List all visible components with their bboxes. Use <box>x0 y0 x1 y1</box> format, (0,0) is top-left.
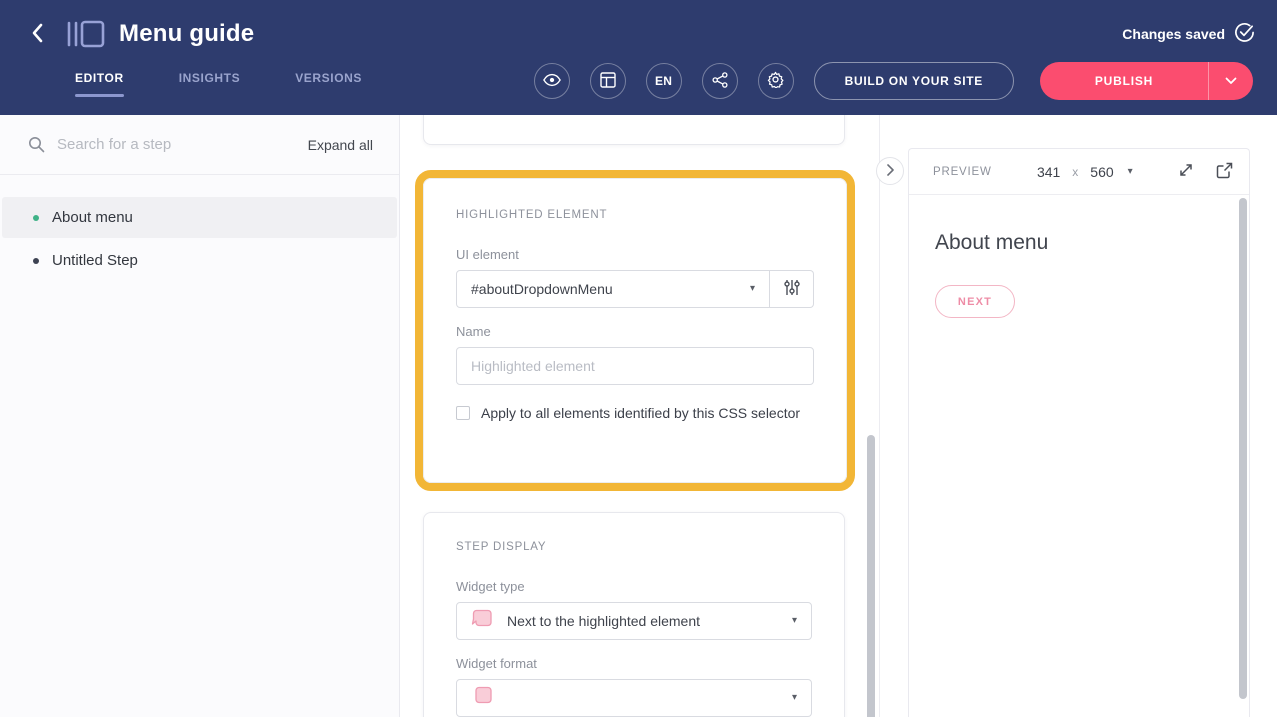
highlighted-element-card: HIGHLIGHTED ELEMENT UI element #aboutDro… <box>423 178 847 483</box>
chevron-right-icon <box>887 163 894 179</box>
chevron-down-icon: ▾ <box>750 284 755 294</box>
expand-all-link[interactable]: Expand all <box>308 137 373 153</box>
editor-scrollbar[interactable] <box>867 435 875 717</box>
tab-editor[interactable]: EDITOR <box>75 65 124 97</box>
apply-all-checkbox-label: Apply to all elements identified by this… <box>481 405 800 421</box>
back-icon <box>30 23 46 46</box>
chevron-down-icon: ▾ <box>792 616 797 626</box>
step-label: About menu <box>52 209 133 226</box>
steps-sidebar: Expand all About menu Untitled Step <box>0 115 400 717</box>
ui-element-label: UI element <box>456 247 814 262</box>
expand-icon <box>1178 162 1194 181</box>
layout-icon <box>600 72 616 91</box>
search-icon <box>28 136 45 153</box>
app-window: Menu guide Changes saved EDITOR INSIGHTS… <box>0 0 1277 717</box>
editor-tabs: EDITOR INSIGHTS VERSIONS <box>75 65 362 97</box>
preview-dimensions-select[interactable]: 341 x 560 ▾ <box>992 164 1178 180</box>
preview-scrollbar[interactable] <box>1239 198 1247 699</box>
step-display-card: STEP DISPLAY Widget type Next to the hig… <box>423 512 845 717</box>
publish-label: PUBLISH <box>1040 74 1208 88</box>
highlight-ring: HIGHLIGHTED ELEMENT UI element #aboutDro… <box>415 170 855 491</box>
back-button[interactable] <box>24 20 52 48</box>
chevron-down-icon: ▾ <box>1128 167 1133 177</box>
status-label: Changes saved <box>1122 26 1225 42</box>
external-link-icon <box>1216 162 1233 182</box>
preview-step-heading: About menu <box>935 231 1223 255</box>
page-title: Menu guide <box>119 20 254 48</box>
settings-button[interactable] <box>758 63 794 99</box>
sliders-icon <box>784 279 800 299</box>
widget-type-label: Widget type <box>456 579 812 594</box>
widget-type-select[interactable]: Next to the highlighted element ▾ <box>456 602 812 640</box>
preview-canvas: About menu NEXT <box>909 195 1249 318</box>
preview-title: PREVIEW <box>933 166 992 178</box>
tooltip-icon <box>471 685 493 711</box>
check-circle-icon <box>1234 22 1255 46</box>
widget-format-label: Widget format <box>456 656 812 671</box>
publish-dropdown-button[interactable] <box>1209 77 1253 85</box>
preview-height: 560 <box>1090 164 1113 180</box>
active-step-bullet-icon <box>33 215 39 221</box>
tab-insights[interactable]: INSIGHTS <box>179 65 240 97</box>
widget-format-select[interactable]: ▾ <box>456 679 812 717</box>
preview-panel: PREVIEW 341 x 560 ▾ <box>908 148 1250 717</box>
logo-icon <box>66 18 106 50</box>
status-badge: Changes saved <box>1122 22 1255 46</box>
top-header: Menu guide Changes saved EDITOR INSIGHTS… <box>0 0 1277 115</box>
ui-element-select[interactable]: #aboutDropdownMenu ▾ <box>456 270 770 308</box>
step-item-about-menu[interactable]: About menu <box>2 197 397 238</box>
step-search-input[interactable] <box>57 136 308 153</box>
tab-versions[interactable]: VERSIONS <box>295 65 362 97</box>
preview-header: PREVIEW 341 x 560 ▾ <box>909 149 1249 195</box>
editor-column: HIGHLIGHTED ELEMENT UI element #aboutDro… <box>400 115 880 717</box>
widget-type-value: Next to the highlighted element <box>507 613 778 629</box>
share-icon <box>712 72 728 91</box>
share-button[interactable] <box>702 63 738 99</box>
step-search-row: Expand all <box>0 115 399 175</box>
preview-next-button[interactable]: NEXT <box>935 285 1015 318</box>
tooltip-icon <box>471 608 493 634</box>
step-item-untitled-step[interactable]: Untitled Step <box>2 240 397 281</box>
collapse-preview-button[interactable] <box>876 157 904 185</box>
preview-width: 341 <box>1037 164 1060 180</box>
apply-all-checkbox[interactable] <box>456 406 470 420</box>
layout-button[interactable] <box>590 63 626 99</box>
language-label: EN <box>655 74 672 88</box>
eye-icon <box>543 73 561 90</box>
open-external-button[interactable] <box>1216 162 1233 182</box>
section-title: STEP DISPLAY <box>456 541 812 553</box>
chevron-down-icon: ▾ <box>792 693 797 703</box>
publish-button[interactable]: PUBLISH <box>1040 62 1253 100</box>
previous-settings-card <box>423 115 845 145</box>
step-bullet-icon <box>33 258 39 264</box>
name-label: Name <box>456 324 814 339</box>
step-label: Untitled Step <box>52 252 138 269</box>
build-on-your-site-button[interactable]: BUILD ON YOUR SITE <box>814 62 1014 100</box>
preview-eye-button[interactable] <box>534 63 570 99</box>
step-list: About menu Untitled Step <box>0 175 399 281</box>
expand-preview-button[interactable] <box>1178 162 1194 181</box>
gear-icon <box>767 71 784 91</box>
language-button[interactable]: EN <box>646 63 682 99</box>
dimension-separator: x <box>1072 165 1078 179</box>
section-title: HIGHLIGHTED ELEMENT <box>456 209 814 221</box>
element-name-input[interactable] <box>456 347 814 385</box>
ui-element-select-value: #aboutDropdownMenu <box>471 281 750 297</box>
selector-advanced-settings-button[interactable] <box>770 270 814 308</box>
